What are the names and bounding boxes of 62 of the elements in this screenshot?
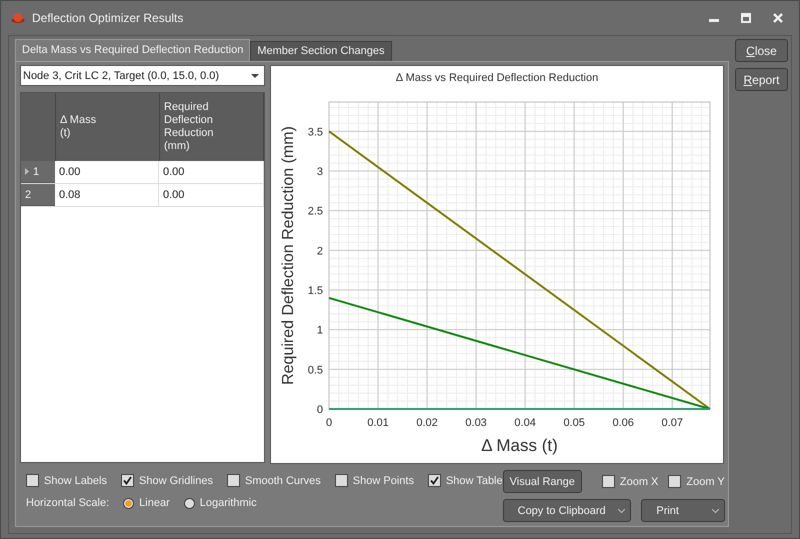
print-button[interactable]: Print <box>641 499 725 522</box>
y-axis-title: Required Deflection Reduction (mm) <box>280 126 297 385</box>
x-tick-label: 0.01 <box>367 417 389 429</box>
y-tick-label: 1 <box>316 324 323 337</box>
x-tick-label: 0.03 <box>465 417 487 429</box>
column-header[interactable]: Required Deflection Reduction (mm) <box>160 93 264 161</box>
radio-label: Logarithmic <box>200 497 257 509</box>
x-axis-title: Δ Mass (t) <box>481 436 558 455</box>
y-tick-label: 0 <box>316 404 323 416</box>
copy-button[interactable]: Copy to Clipboard <box>502 499 632 522</box>
option-label: Show Gridlines <box>139 474 213 486</box>
x-tick-label: 0.05 <box>563 417 585 429</box>
y-tick-label: 3 <box>316 166 323 178</box>
checkbox[interactable] <box>428 474 441 487</box>
x-tick-label: 0.04 <box>514 417 536 429</box>
maximize-icon[interactable] <box>741 13 751 23</box>
checkbox[interactable] <box>226 474 240 487</box>
option-label: Zoom Y <box>686 476 725 488</box>
option-label: Show Table <box>446 474 503 486</box>
radio-button[interactable] <box>123 498 134 508</box>
radio-button[interactable] <box>184 498 195 508</box>
checkbox[interactable] <box>121 474 134 487</box>
node-dropdown[interactable]: Node 3, Crit LC 2, Target (0.0, 15.0, 0.0) <box>20 65 265 86</box>
side-button[interactable]: Close <box>735 39 788 62</box>
row-header[interactable]: 1 <box>21 161 55 183</box>
tab[interactable]: Delta Mass vs Required Deflection Reduction <box>15 39 250 61</box>
current-row-icon <box>25 168 29 175</box>
table-cell: 0.00 <box>55 161 159 183</box>
x-tick-label: 0.02 <box>416 417 438 429</box>
option-label: Zoom X <box>620 476 658 488</box>
row-header[interactable]: 2 <box>21 184 55 206</box>
scale-label: Horizontal Scale: <box>26 497 110 509</box>
option-label: Show Points <box>352 474 414 486</box>
tab[interactable]: Member Section Changes <box>250 41 392 61</box>
caret-icon <box>712 508 719 512</box>
x-tick-label: 0 <box>326 417 332 429</box>
app-icon <box>11 12 25 24</box>
y-tick-label: 2 <box>316 245 323 258</box>
checkbox[interactable] <box>602 475 615 488</box>
window-title: Deflection Optimizer Results <box>32 11 184 25</box>
y-tick-label: 0.5 <box>308 364 323 376</box>
checkbox[interactable] <box>26 474 39 487</box>
visual-range-button[interactable]: Visual Range <box>502 470 582 493</box>
column-header[interactable]: Δ Mass (t) <box>56 93 160 161</box>
table-cell: 0.08 <box>55 184 159 206</box>
x-tick-label: 0.06 <box>612 417 634 429</box>
caret-icon <box>251 74 259 78</box>
chart-title: Δ Mass vs Required Deflection Reduction <box>396 72 598 84</box>
radio-label: Linear <box>139 497 170 509</box>
close-icon[interactable] <box>773 13 783 23</box>
checkbox[interactable] <box>668 475 682 488</box>
x-tick-label: 0.07 <box>662 417 683 429</box>
y-tick-label: 2.5 <box>308 206 323 218</box>
caret-icon <box>618 508 626 512</box>
checkbox[interactable] <box>334 474 348 487</box>
y-tick-label: 3.5 <box>308 126 323 138</box>
table-cell: 0.00 <box>159 184 264 206</box>
table-cell: 0.00 <box>159 161 264 183</box>
option-label: Smooth Curves <box>244 474 321 486</box>
option-label: Show Labels <box>44 474 107 486</box>
side-button[interactable]: Report <box>735 68 788 91</box>
y-tick-label: 1.5 <box>308 285 323 297</box>
